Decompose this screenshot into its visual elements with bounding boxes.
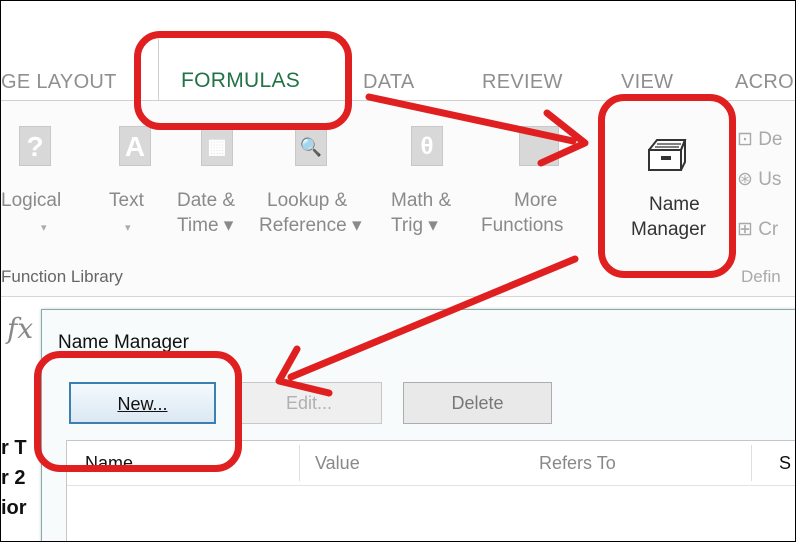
arrow-to-name-manager (365, 93, 577, 145)
arrow-to-new-button (287, 255, 579, 381)
screenshot-frame: GE LAYOUT FORMULAS DATA REVIEW VIEW ACRO… (0, 0, 796, 542)
annotation-arrows (275, 93, 589, 397)
